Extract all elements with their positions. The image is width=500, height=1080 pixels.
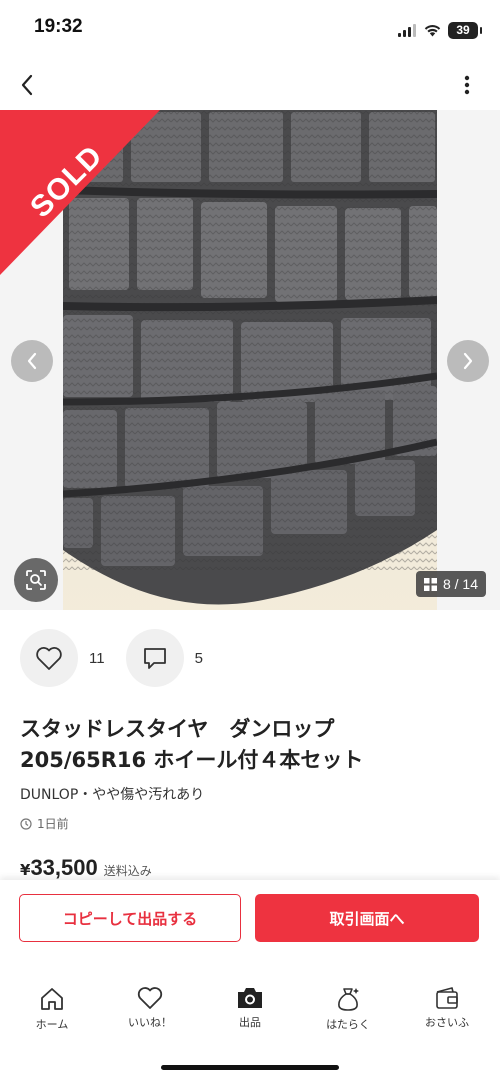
image-search-button[interactable] xyxy=(14,558,58,602)
price-row: ¥ 33,500 送料込み xyxy=(20,855,152,881)
nav-bar xyxy=(0,60,500,110)
wifi-icon xyxy=(424,24,441,36)
next-image-button[interactable] xyxy=(447,340,489,382)
more-options-button[interactable] xyxy=(450,68,484,102)
brand-condition: DUNLOP・やや傷や汚れあり xyxy=(20,787,205,803)
money-bag-icon xyxy=(338,988,359,1011)
tab-label: ホーム xyxy=(35,1018,69,1031)
comment-icon xyxy=(143,647,166,669)
chevron-left-icon xyxy=(21,74,33,96)
status-icons: 39 xyxy=(398,20,482,40)
battery-indicator: 39 xyxy=(448,21,482,39)
status-bar: 19:32 39 xyxy=(0,0,500,60)
like-button[interactable] xyxy=(20,629,78,687)
likes-count: 11 xyxy=(89,649,105,667)
more-vertical-icon xyxy=(464,75,470,95)
lens-scan-icon xyxy=(26,570,46,590)
tab-work[interactable]: はたらく xyxy=(308,986,388,1032)
home-icon xyxy=(41,988,63,1010)
product-title: スタッドレスタイヤ ダンロップ 205/65R16 ホイール付４本セット xyxy=(20,717,364,772)
chevron-right-icon xyxy=(463,352,473,370)
price-value: 33,500 xyxy=(30,855,98,880)
tab-label: おさいふ xyxy=(425,1016,469,1029)
heart-icon xyxy=(36,646,62,670)
clock-icon xyxy=(20,817,32,830)
posted-time: 1日前 xyxy=(20,815,69,832)
heart-icon xyxy=(137,987,163,1009)
tab-label: いいね！ xyxy=(128,1016,172,1029)
price-currency: ¥ xyxy=(20,861,31,879)
copy-listing-button[interactable]: コピーして出品する xyxy=(19,894,241,942)
tab-label: はたらく xyxy=(326,1018,370,1031)
comment-button[interactable] xyxy=(125,629,184,687)
signal-icon xyxy=(398,23,416,37)
camera-icon xyxy=(238,988,262,1008)
tab-wallet[interactable]: おさいふ xyxy=(407,986,487,1030)
sold-ribbon xyxy=(0,110,160,275)
image-counter: 8 / 14 xyxy=(442,576,478,592)
chevron-left-icon xyxy=(27,352,37,370)
posted-label: 1日前 xyxy=(37,817,69,831)
previous-image-button[interactable] xyxy=(11,340,53,382)
trade-screen-button[interactable]: 取引画面へ xyxy=(255,894,479,942)
tab-bar: ホーム いいね！ 出品 はたらく おさいふ xyxy=(0,958,500,1080)
tab-sell[interactable]: 出品 xyxy=(210,986,290,1030)
status-time: 19:32 xyxy=(34,16,83,37)
back-button[interactable] xyxy=(10,68,44,102)
engagement-row: 11 5 xyxy=(20,629,203,687)
product-image-carousel[interactable]: SOLD 8 / 14 xyxy=(0,110,500,610)
comments-count: 5 xyxy=(194,649,203,667)
tab-home[interactable]: ホーム xyxy=(12,986,92,1032)
shipping-note: 送料込み xyxy=(103,864,152,878)
wallet-icon xyxy=(436,987,458,1009)
action-bar: コピーして出品する 取引画面へ xyxy=(0,880,500,958)
tab-label: 出品 xyxy=(239,1016,261,1029)
tab-likes[interactable]: いいね！ xyxy=(110,986,190,1030)
image-counter-badge[interactable]: 8 / 14 xyxy=(415,571,486,597)
home-indicator xyxy=(161,1065,339,1070)
grid-icon xyxy=(423,577,437,591)
